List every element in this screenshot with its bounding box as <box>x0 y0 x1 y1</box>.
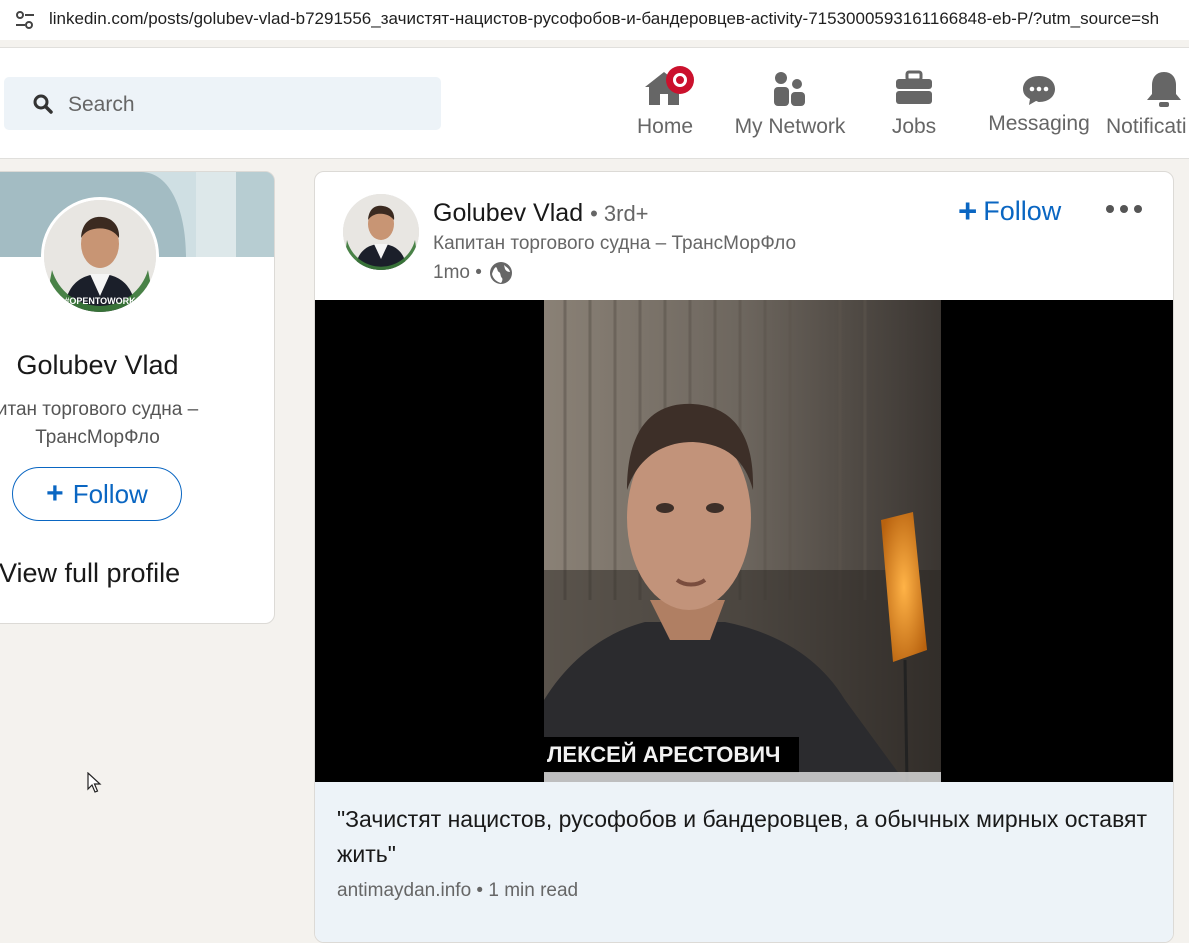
profile-card: #OPENTOWORK Golubev Vlad итан торгового … <box>0 171 275 624</box>
globe-icon <box>489 262 512 284</box>
post-author-name[interactable]: Golubev Vlad <box>433 199 583 227</box>
chat-icon <box>1023 76 1055 105</box>
nav-my-network-label: My Network <box>734 115 846 138</box>
post-follow-button[interactable]: + Follow <box>958 192 1061 230</box>
plus-icon: + <box>958 192 978 229</box>
site-settings-icon[interactable] <box>14 9 36 31</box>
notification-badge <box>666 66 694 94</box>
more-options-icon[interactable] <box>1105 201 1143 217</box>
view-full-profile-link[interactable]: View full profile <box>0 558 180 589</box>
video-frame: ЛЕКСЕЙ АРЕСТОВИЧ <box>315 300 1173 782</box>
article-meta: antimaydan.info • 1 min read <box>337 880 579 901</box>
video-player[interactable]: ЛЕКСЕЙ АРЕСТОВИЧ <box>315 300 1173 782</box>
search-icon <box>33 94 53 114</box>
post-timestamp: 1mo • <box>433 261 513 285</box>
nav-notifications[interactable]: Notificati <box>1105 48 1189 158</box>
people-icon <box>774 72 805 106</box>
nav-home-label: Home <box>636 115 694 138</box>
article-preview[interactable]: "Зачистят нацистов, русофобов и бандеров… <box>315 782 1173 942</box>
plus-icon: + <box>46 477 64 510</box>
profile-follow-label: Follow <box>72 478 148 509</box>
post-time-text: 1mo • <box>433 262 482 283</box>
profile-headline: итан торгового судна – ТрансМорФло <box>0 399 199 448</box>
video-caption: ЛЕКСЕЙ АРЕСТОВИЧ <box>547 742 780 767</box>
bell-icon <box>1147 72 1181 107</box>
profile-follow-button[interactable]: + Follow <box>12 467 182 521</box>
address-bar[interactable]: linkedin.com/posts/golubev-vlad-b7291556… <box>0 0 1189 40</box>
profile-name[interactable]: Golubev Vlad <box>0 350 204 381</box>
top-nav: Home My Network Jobs Messaging <box>0 48 1189 159</box>
nav-notifications-label: Notificati <box>1106 115 1187 138</box>
nav-jobs-label: Jobs <box>891 115 937 138</box>
search-box[interactable] <box>4 77 441 130</box>
post-author-headline: Капитан торгового судна – ТрансМорФло <box>433 233 797 254</box>
nav-messaging-label: Messaging <box>988 112 1090 135</box>
article-title[interactable]: "Зачистят нацистов, русофобов и бандеров… <box>337 802 1157 872</box>
post-author-avatar[interactable] <box>343 194 419 270</box>
profile-avatar[interactable]: #OPENTOWORK <box>41 197 159 315</box>
nav-my-network[interactable]: My Network <box>725 48 855 158</box>
search-input[interactable] <box>66 87 420 123</box>
briefcase-icon <box>896 70 932 104</box>
post-author-line: Golubev Vlad • 3rd+ <box>433 199 649 228</box>
post-follow-label: Follow <box>983 196 1062 226</box>
nav-home[interactable]: Home <box>625 48 705 158</box>
avatar-badge-text: #OPENTOWORK <box>64 296 136 306</box>
url-text[interactable]: linkedin.com/posts/golubev-vlad-b7291556… <box>49 9 1159 29</box>
post-connection-degree: • 3rd+ <box>590 201 649 226</box>
nav-jobs[interactable]: Jobs <box>874 48 954 158</box>
mouse-cursor-icon <box>87 772 102 793</box>
nav-messaging[interactable]: Messaging <box>983 48 1095 158</box>
post-card: Golubev Vlad • 3rd+ Капитан торгового су… <box>314 171 1174 943</box>
